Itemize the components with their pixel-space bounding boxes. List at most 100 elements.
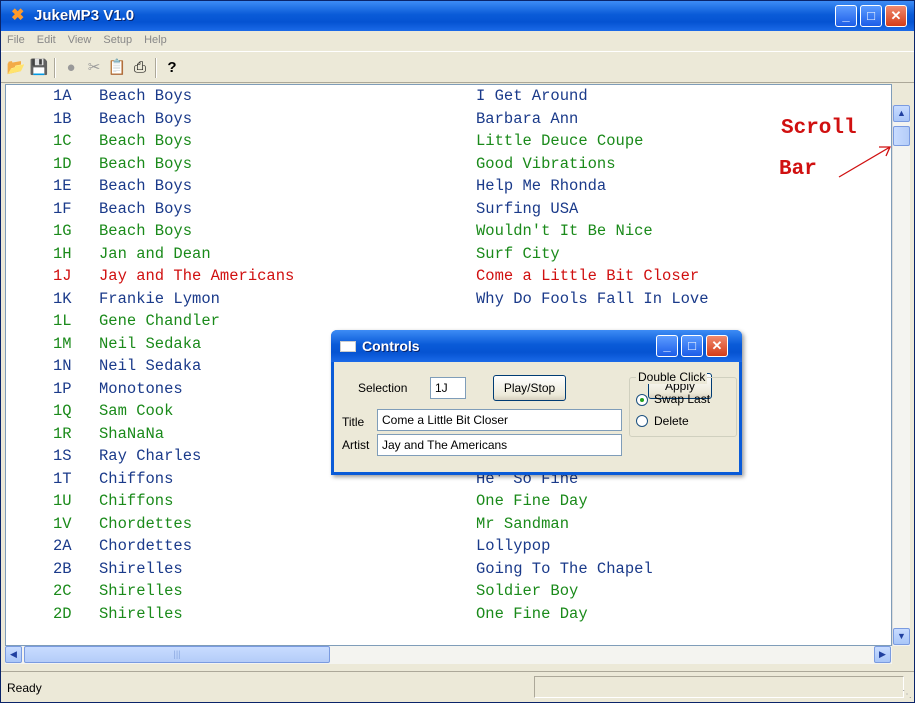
song-row[interactable]: 1A Beach Boys I Get Around (6, 87, 886, 109)
song-row[interactable]: 1D Beach Boys Good Vibrations (6, 155, 886, 177)
song-artist: Jay and The Americans (99, 267, 295, 285)
scroll-right-button[interactable]: ▶ (874, 646, 891, 663)
song-code: 1R (53, 424, 72, 443)
save-icon[interactable]: 💾 (29, 58, 49, 78)
print-icon[interactable]: ⎙ (130, 58, 150, 78)
controls-maximize-button[interactable]: □ (681, 335, 703, 357)
open-folder-icon[interactable]: 📂 (6, 58, 26, 78)
vertical-scrollbar[interactable]: ▲ ▼ (892, 105, 910, 646)
horizontal-scrollbar[interactable]: ◀ ||| ▶ (5, 646, 892, 664)
window-title: JukeMP3 V1.0 (34, 7, 135, 24)
song-row[interactable]: 2A Chordettes Lollypop (6, 537, 886, 559)
song-artist: Monotones (99, 379, 183, 398)
selection-label: Selection (358, 381, 408, 395)
help-icon[interactable]: ? (162, 58, 182, 78)
song-title: One Fine Day (476, 492, 588, 510)
song-title: Little Deuce Coupe (476, 132, 644, 150)
song-title: Going To The Chapel (476, 559, 653, 578)
song-code: 2B (53, 559, 72, 578)
song-artist: Shirelles (99, 582, 183, 600)
artist-field[interactable]: Jay and The Americans (377, 434, 622, 456)
song-row[interactable]: 1U Chiffons One Fine Day (6, 492, 886, 514)
song-artist: Frankie Lymon (99, 289, 220, 308)
menu-help[interactable]: Help (138, 31, 173, 46)
scroll-down-button[interactable]: ▼ (893, 628, 910, 645)
song-title: Soldier Boy (476, 582, 579, 600)
status-text: Ready (7, 681, 42, 695)
song-artist: Beach Boys (99, 87, 193, 105)
scroll-up-button[interactable]: ▲ (893, 105, 910, 122)
selection-field[interactable]: 1J (430, 377, 466, 399)
controls-minimize-button[interactable]: _ (656, 335, 678, 357)
song-code: 1S (53, 447, 72, 465)
song-code: 2C (53, 582, 72, 600)
annotation-bar: Bar (779, 158, 817, 181)
scroll-left-button[interactable]: ◀ (5, 646, 22, 663)
song-code: 1C (53, 132, 72, 150)
delete-radio[interactable] (636, 415, 648, 427)
song-title: Surf City (476, 244, 560, 263)
maximize-button[interactable]: □ (860, 5, 882, 27)
vertical-scroll-thumb[interactable] (893, 126, 910, 146)
song-code: 1J (53, 267, 72, 285)
song-artist: Sam Cook (99, 402, 174, 420)
controls-body: Selection 1J Play/Stop Apply Title Come … (334, 362, 739, 472)
swap-last-label[interactable]: Swap Last (654, 392, 710, 406)
song-code: 1V (53, 514, 72, 533)
controls-title-bar[interactable]: Controls _ □ ✕ (331, 330, 742, 362)
annotation-scroll: Scroll (781, 117, 857, 140)
song-row[interactable]: 1C Beach Boys Little Deuce Coupe (6, 132, 886, 154)
paste-icon[interactable]: 📋 (107, 58, 127, 78)
horizontal-scroll-thumb[interactable]: ||| (24, 646, 330, 663)
song-title: Good Vibrations (476, 154, 616, 173)
song-row[interactable]: 2C Shirelles Soldier Boy (6, 582, 886, 604)
controls-close-button[interactable]: ✕ (706, 335, 728, 357)
song-row[interactable]: 1V Chordettes Mr Sandman (6, 515, 886, 537)
song-title: Surfing USA (476, 199, 579, 218)
minimize-button[interactable]: _ (835, 5, 857, 27)
song-row[interactable]: 1G Beach Boys Wouldn't It Be Nice (6, 222, 886, 244)
swap-last-radio[interactable] (636, 394, 648, 406)
song-code: 1A (53, 87, 72, 105)
cut-icon[interactable]: ✂ (84, 58, 104, 78)
song-artist: Chiffons (99, 492, 174, 510)
play-stop-button[interactable]: Play/Stop (493, 375, 566, 401)
song-artist: ShaNaNa (99, 424, 165, 443)
close-button[interactable]: ✕ (885, 5, 907, 27)
resize-grip-icon[interactable]: ⋱ (902, 689, 912, 700)
song-artist: Beach Boys (99, 109, 193, 128)
song-code: 1E (53, 177, 72, 195)
song-row[interactable]: 2D Shirelles One Fine Day (6, 605, 886, 627)
menu-setup[interactable]: Setup (97, 31, 138, 46)
title-bar[interactable]: ✖ JukeMP3 V1.0 _ □ ✕ (1, 1, 914, 31)
status-panel (534, 676, 904, 698)
menu-edit[interactable]: Edit (31, 31, 62, 46)
song-code: 1P (53, 379, 72, 398)
song-row[interactable]: 1F Beach Boys Surfing USA (6, 200, 886, 222)
song-artist: Shirelles (99, 604, 183, 623)
delete-label[interactable]: Delete (654, 414, 689, 428)
song-title: Lollypop (476, 537, 551, 555)
song-artist: Ray Charles (99, 447, 202, 465)
song-row[interactable]: 1J Jay and The Americans Come a Little Bit… (6, 267, 886, 289)
song-code: 1D (53, 154, 72, 173)
song-row[interactable]: 1E Beach Boys Help Me Rhonda (6, 177, 886, 199)
song-title: One Fine Day (476, 604, 588, 623)
menu-file[interactable]: File (1, 31, 31, 46)
song-row[interactable]: 2B Shirelles Going To The Chapel (6, 560, 886, 582)
song-code: 1B (53, 109, 72, 128)
song-row[interactable]: 1B Beach Boys Barbara Ann (6, 110, 886, 132)
song-artist: Beach Boys (99, 199, 193, 218)
song-artist: Beach Boys (99, 132, 193, 150)
menu-view[interactable]: View (62, 31, 98, 46)
song-row[interactable]: 1K Frankie Lymon Why Do Fools Fall In Love (6, 290, 886, 312)
song-code: 1T (53, 469, 72, 488)
song-row[interactable]: 1H Jan and Dean Surf City (6, 245, 886, 267)
record-icon[interactable]: ● (61, 58, 81, 78)
toolbar: 📂 💾 ● ✂ 📋 ⎙ ? (1, 51, 914, 83)
title-field[interactable]: Come a Little Bit Closer (377, 409, 622, 431)
song-code: 1F (53, 199, 72, 218)
song-code: 1N (53, 357, 72, 375)
toolbar-separator (54, 58, 56, 78)
controls-dialog: Controls _ □ ✕ Selection 1J Play/Stop Ap… (331, 330, 742, 475)
